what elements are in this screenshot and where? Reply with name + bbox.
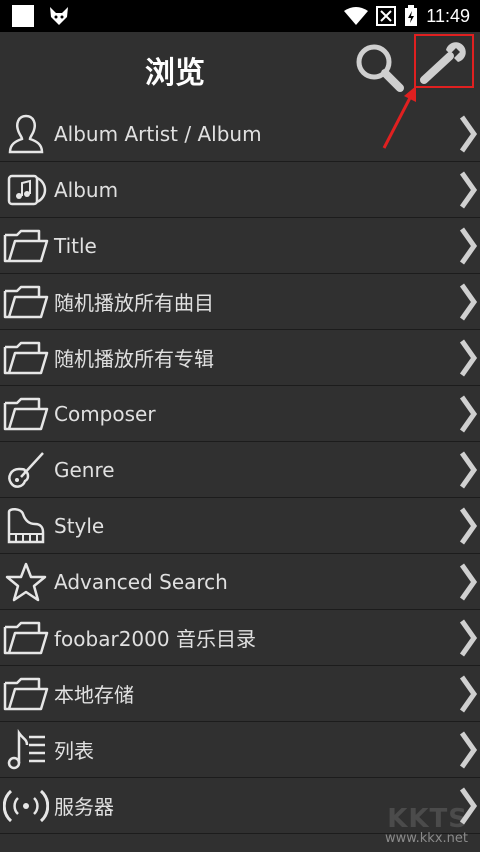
list-item-label: 服务器	[54, 795, 114, 819]
chevron-right-icon	[459, 283, 478, 321]
list-item-label: foobar2000 音乐目录	[54, 627, 256, 651]
star-icon	[2, 558, 50, 606]
settings-button[interactable]	[414, 34, 474, 88]
list-item-label: Genre	[54, 457, 115, 482]
list-item-local-storage[interactable]: 本地存储	[0, 666, 480, 722]
browse-list: Album Artist / Album Album Title 随机播放所有曲…	[0, 106, 480, 834]
list-item-style[interactable]: Style	[0, 498, 480, 554]
chevron-right-icon	[459, 451, 478, 489]
wifi-icon	[344, 7, 369, 25]
list-item-label: 随机播放所有曲目	[54, 291, 214, 315]
list-item-album[interactable]: Album	[0, 162, 480, 218]
watermark-url: www.kkx.net	[384, 831, 468, 846]
list-item-label: Album Artist / Album	[54, 121, 262, 146]
chevron-right-icon	[459, 115, 478, 153]
piano-icon	[2, 502, 50, 550]
list-item-label: Album	[54, 177, 119, 202]
chevron-right-icon	[459, 395, 478, 433]
broadcast-icon	[2, 782, 50, 830]
signal-off-icon	[376, 6, 397, 26]
list-item-playlists[interactable]: 列表	[0, 722, 480, 778]
list-item-genre[interactable]: Genre	[0, 442, 480, 498]
folder-icon	[2, 670, 50, 718]
chevron-right-icon	[459, 171, 478, 209]
chevron-right-icon	[459, 563, 478, 601]
folder-icon	[2, 334, 50, 382]
person-icon	[2, 110, 50, 158]
folder-icon	[2, 278, 50, 326]
list-item-composer[interactable]: Composer	[0, 386, 480, 442]
search-button[interactable]	[354, 42, 406, 94]
list-item-album-artist[interactable]: Album Artist / Album	[0, 106, 480, 162]
chevron-right-icon	[459, 339, 478, 377]
list-item-shuffle-albums[interactable]: 随机播放所有专辑	[0, 330, 480, 386]
album-icon	[2, 166, 50, 214]
list-item-title[interactable]: Title	[0, 218, 480, 274]
status-bar: 11:49	[0, 0, 480, 32]
folder-icon	[2, 614, 50, 662]
list-item-label: 列表	[54, 739, 94, 763]
folder-icon	[2, 390, 50, 438]
chevron-right-icon	[459, 507, 478, 545]
list-item-label: Title	[54, 233, 97, 258]
chevron-right-icon	[459, 731, 478, 769]
list-item-foobar-music-dir[interactable]: foobar2000 音乐目录	[0, 610, 480, 666]
chevron-right-icon	[459, 675, 478, 713]
violin-icon	[2, 446, 50, 494]
list-item-advanced-search[interactable]: Advanced Search	[0, 554, 480, 610]
playlist-icon	[2, 726, 50, 774]
chevron-right-icon	[459, 227, 478, 265]
chevron-right-icon	[459, 619, 478, 657]
list-item-label: Composer	[54, 401, 156, 426]
watermark-logo: KKTS	[387, 804, 468, 834]
list-item-label: Advanced Search	[54, 569, 228, 594]
battery-charging-icon	[405, 5, 418, 26]
list-item-label: Style	[54, 513, 105, 538]
fox-app-icon	[50, 7, 68, 25]
header: 浏览	[0, 32, 480, 106]
list-item-shuffle-tracks[interactable]: 随机播放所有曲目	[0, 274, 480, 330]
notification-square-icon	[12, 5, 34, 27]
list-item-label: 随机播放所有专辑	[54, 347, 214, 371]
status-time: 11:49	[426, 5, 470, 26]
wrench-icon	[420, 42, 466, 84]
folder-icon	[2, 222, 50, 270]
page-title: 浏览	[145, 56, 205, 91]
search-icon	[356, 44, 404, 92]
list-item-label: 本地存储	[54, 683, 134, 707]
